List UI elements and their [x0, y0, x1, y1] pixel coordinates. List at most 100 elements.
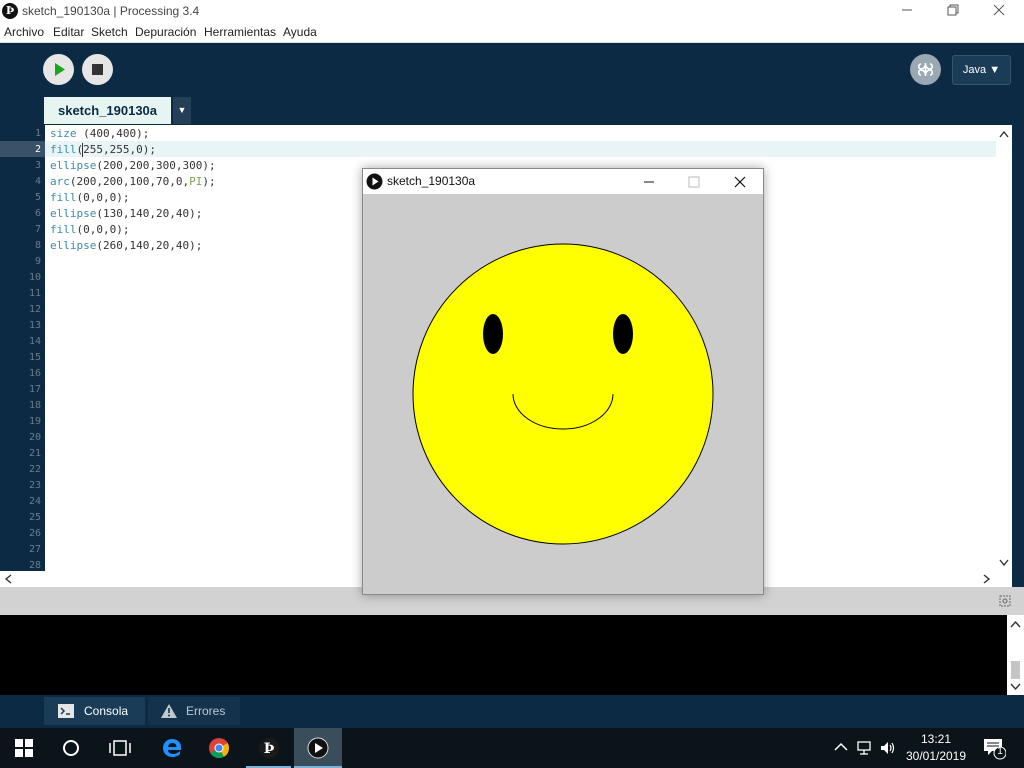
code-line: ellipse(200,200,300,300);	[50, 159, 216, 172]
line-number: 23	[28, 480, 41, 491]
code-args: (200,200,300,300);	[96, 159, 216, 172]
line-number: 18	[28, 400, 41, 411]
menu-archivo[interactable]: Archivo	[4, 25, 44, 39]
butterfly-icon	[917, 63, 934, 76]
current-line-highlight	[45, 141, 996, 157]
line-number: 5	[34, 192, 41, 203]
chevron-up-icon[interactable]	[834, 742, 848, 752]
task-view-icon[interactable]	[109, 739, 131, 757]
sketch-close-icon[interactable]	[734, 176, 746, 188]
stop-button[interactable]	[82, 54, 113, 85]
line-number: 25	[28, 512, 41, 523]
code-line: fill(255,255,0);	[50, 143, 156, 156]
code-line: ellipse(130,140,20,40);	[50, 207, 202, 220]
code-function: ellipse	[50, 207, 97, 220]
code-line: ellipse(260,140,20,40);	[50, 239, 202, 252]
run-button[interactable]	[43, 54, 74, 85]
debugger-button[interactable]	[910, 54, 941, 85]
console-scrollbar[interactable]	[1007, 615, 1024, 695]
line-number: 21	[28, 448, 41, 459]
title-bar: Þ sketch_190130a | Processing 3.4	[0, 0, 1024, 23]
code-function: fill	[50, 143, 77, 156]
taskbar-sketch-window[interactable]	[294, 728, 342, 768]
left-eye	[483, 314, 503, 354]
editor-vertical-scrollbar[interactable]	[996, 125, 1012, 571]
code-function: fill	[50, 223, 77, 236]
taskbar-time[interactable]: 13:21	[902, 732, 970, 746]
sketch-play-icon	[307, 737, 329, 759]
tab-errors-label: Errores	[186, 704, 226, 718]
tab-sketch[interactable]: sketch_190130a	[44, 97, 171, 124]
code-line: fill(0,0,0);	[50, 191, 129, 204]
windows-start-icon[interactable]	[15, 739, 33, 757]
menu-sketch[interactable]: Sketch	[91, 25, 128, 39]
taskbar-date[interactable]: 30/01/2019	[902, 749, 970, 763]
menu-herramientas[interactable]: Herramientas	[204, 25, 276, 39]
sketch-maximize-icon[interactable]	[688, 176, 700, 188]
line-number: 10	[28, 272, 41, 283]
play-icon	[55, 63, 65, 76]
menu-ayuda[interactable]: Ayuda	[283, 25, 317, 39]
windows-taskbar: Þ 13:21 30/01/2019 1	[0, 728, 1024, 768]
tab-errors[interactable]: Errores	[148, 697, 240, 725]
taskbar-processing-ide[interactable]: Þ	[246, 728, 291, 768]
terminal-icon	[58, 704, 74, 718]
menu-depuracion[interactable]: Depuración	[135, 25, 196, 39]
menu-editar[interactable]: Editar	[53, 25, 84, 39]
notification-center-button[interactable]: 1	[982, 736, 1007, 760]
code-line: arc(200,200,100,70,0,PI);	[50, 175, 216, 188]
code-function: ellipse	[50, 159, 97, 172]
restore-button[interactable]	[930, 0, 976, 23]
window-title: sketch_190130a | Processing 3.4	[22, 4, 200, 18]
line-number: 9	[34, 256, 41, 267]
code-function: size	[50, 127, 77, 140]
tab-menu-arrow[interactable]: ▼	[173, 97, 191, 124]
tab-console-label: Consola	[84, 704, 129, 718]
clear-console-icon[interactable]	[998, 594, 1012, 608]
code-line: fill(0,0,0);	[50, 223, 129, 236]
close-button[interactable]	[976, 0, 1022, 23]
stop-icon	[92, 64, 103, 75]
sketch-minimize-icon[interactable]	[643, 176, 655, 188]
restore-icon	[947, 4, 959, 16]
console-output	[0, 615, 1007, 695]
line-number: 2	[34, 144, 41, 155]
menu-bar: Archivo Editar Sketch Depuración Herrami…	[0, 23, 1024, 43]
sketch-window-title: sketch_190130a	[387, 174, 476, 188]
close-icon	[993, 4, 1005, 16]
right-eye	[613, 314, 633, 354]
sketch-output-window[interactable]: sketch_190130a	[362, 168, 764, 595]
network-icon[interactable]	[856, 739, 874, 757]
line-number: 3	[34, 160, 41, 171]
sketch-canvas[interactable]	[363, 194, 763, 594]
minimize-icon	[902, 9, 912, 11]
volume-icon[interactable]	[879, 739, 897, 757]
sketch-title-bar[interactable]: sketch_190130a	[363, 169, 763, 194]
line-number: 22	[28, 464, 41, 475]
search-icon[interactable]	[62, 739, 80, 757]
code-constant: PI	[189, 175, 203, 188]
code-args-tail: );	[202, 175, 216, 188]
code-args: (0,0,0);	[76, 191, 130, 204]
mode-selector[interactable]: Java ▼	[952, 55, 1011, 85]
line-number: 28	[28, 560, 41, 571]
line-number: 20	[28, 432, 41, 443]
minimize-button[interactable]	[884, 0, 930, 23]
notification-count: 1	[997, 746, 1003, 757]
code-line: size (400,400);	[50, 127, 149, 140]
line-number: 24	[28, 496, 41, 507]
line-number: 12	[28, 304, 41, 315]
smiley-drawing	[363, 194, 763, 594]
edge-browser-icon[interactable]	[161, 737, 183, 759]
line-number: 19	[28, 416, 41, 427]
code-args: (200,200,100,70,0,	[69, 175, 190, 188]
svg-text:Þ: Þ	[264, 741, 275, 757]
chrome-browser-icon[interactable]	[208, 737, 230, 759]
line-number: 27	[28, 544, 41, 555]
line-number: 15	[28, 352, 41, 363]
sketch-window-icon	[366, 173, 383, 190]
code-args: (130,140,20,40);	[96, 207, 203, 220]
processing-app-icon: Þ	[2, 3, 18, 19]
line-number: 13	[28, 320, 41, 331]
tab-console[interactable]: Consola	[44, 697, 145, 725]
